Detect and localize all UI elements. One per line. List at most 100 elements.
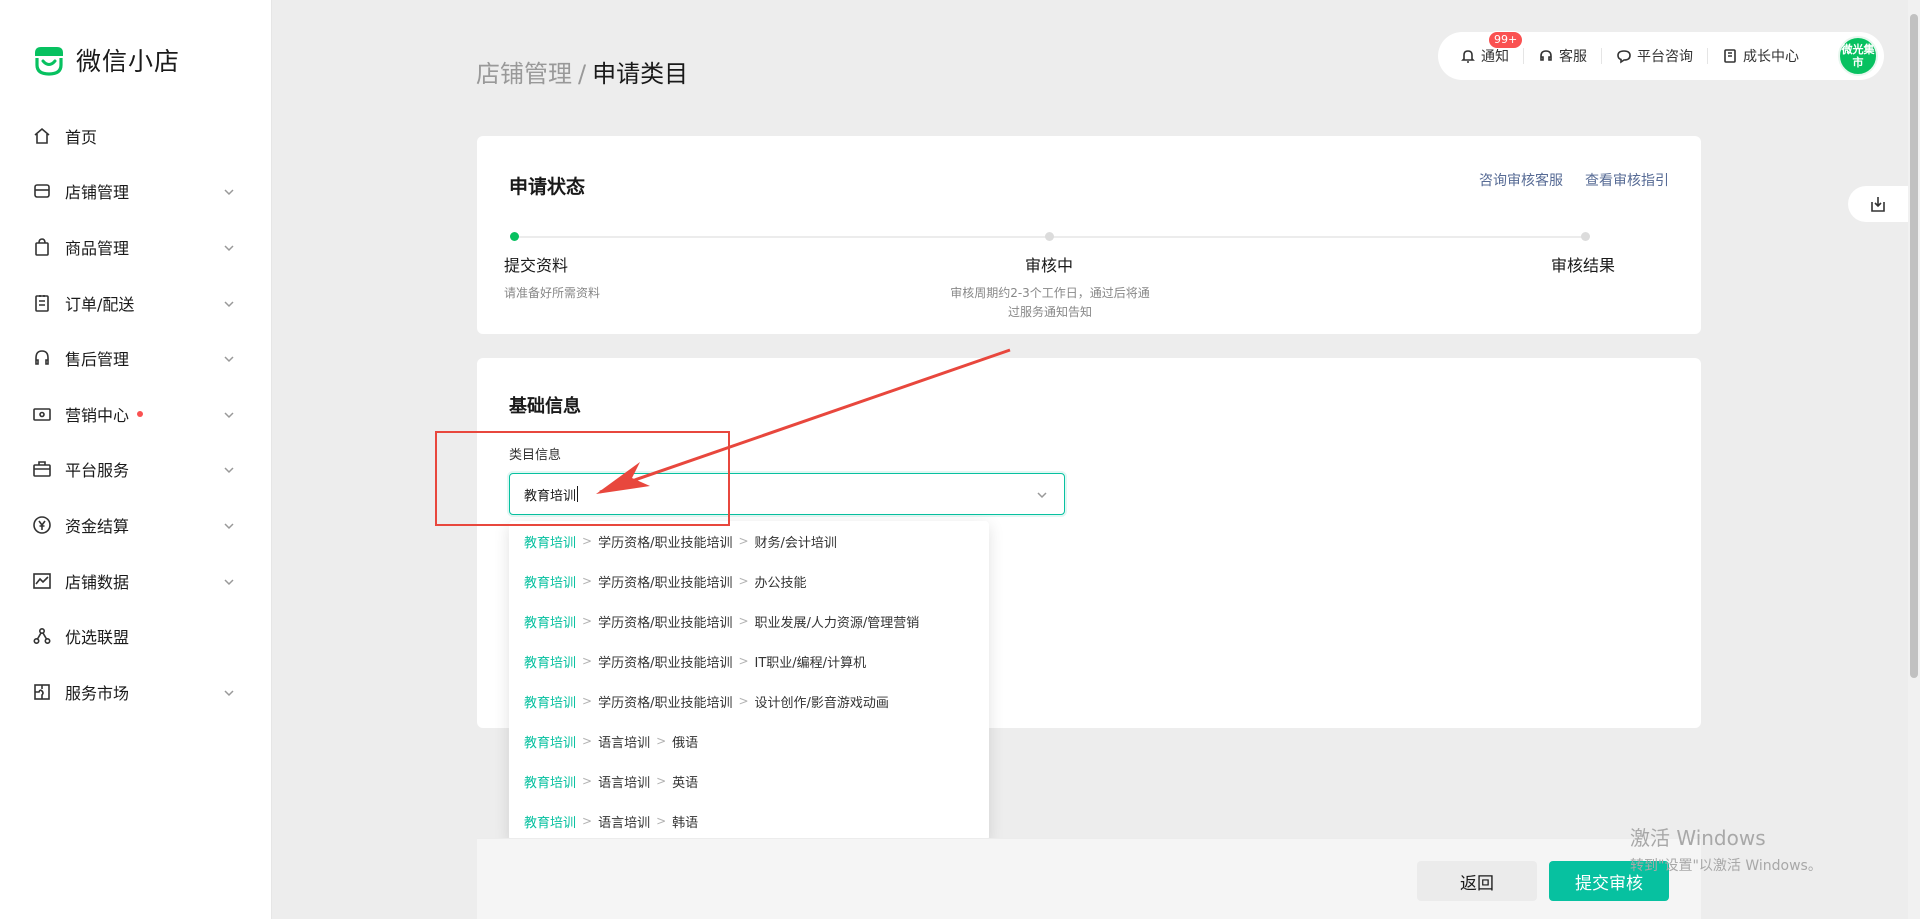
customer-service-button[interactable]: 客服 bbox=[1538, 46, 1587, 66]
growth-center-button[interactable]: 成长中心 bbox=[1722, 46, 1799, 66]
back-button[interactable]: 返回 bbox=[1417, 861, 1537, 901]
ticket-icon bbox=[32, 404, 52, 424]
list-item[interactable]: 教育培训 > 语言培训 > 英语 bbox=[509, 761, 989, 801]
list-item[interactable]: 教育培训 > 学历资格/职业技能培训 > 财务/会计培训 bbox=[509, 521, 989, 561]
chevron-down-icon bbox=[222, 407, 236, 421]
breadcrumb-parent[interactable]: 店铺管理 bbox=[476, 60, 572, 88]
list-item[interactable]: 教育培训 > 学历资格/职业技能培训 > IT职业/编程/计算机 bbox=[509, 641, 989, 681]
chat-bubble-icon bbox=[1617, 50, 1631, 64]
sidebar-item-label: 店铺管理 bbox=[65, 183, 130, 203]
category-level-1: 教育培训 bbox=[524, 655, 577, 671]
scrollbar[interactable] bbox=[1908, 0, 1920, 919]
sidebar-item-store-data[interactable]: 店铺数据 bbox=[0, 553, 272, 609]
chevron-right-icon: > bbox=[582, 774, 593, 788]
category-level-3: 俄语 bbox=[672, 735, 699, 751]
platform-consult-button[interactable]: 平台咨询 bbox=[1616, 46, 1693, 66]
chevron-right-icon: > bbox=[656, 814, 667, 828]
notify-button[interactable]: 通知 99+ bbox=[1460, 31, 1524, 66]
sidebar-item-home[interactable]: 首页 bbox=[0, 108, 272, 164]
category-level-2: 学历资格/职业技能培训 bbox=[598, 615, 733, 631]
chevron-right-icon: > bbox=[582, 614, 593, 628]
sidebar-item-label: 订单/配送 bbox=[65, 294, 135, 314]
bag-icon bbox=[32, 237, 52, 257]
list-item[interactable]: 教育培训 > 学历资格/职业技能培训 > 职业发展/人力资源/管理营销 bbox=[509, 601, 989, 641]
document-icon bbox=[1724, 49, 1736, 63]
sidebar-item-products[interactable]: 商品管理 bbox=[0, 219, 272, 275]
sidebar-item-label: 服务市场 bbox=[65, 683, 130, 703]
chevron-right-icon: > bbox=[738, 654, 749, 668]
store-icon bbox=[32, 181, 52, 201]
notification-dot bbox=[137, 411, 144, 418]
step-title: 提交资料 bbox=[504, 256, 569, 275]
consult-label: 平台咨询 bbox=[1637, 49, 1693, 65]
category-level-1: 教育培训 bbox=[524, 535, 577, 551]
category-level-2: 学历资格/职业技能培训 bbox=[598, 575, 733, 591]
category-level-1: 教育培训 bbox=[524, 615, 577, 631]
order-icon bbox=[32, 293, 52, 313]
sidebar-item-label: 商品管理 bbox=[65, 238, 130, 258]
sidebar-item-service-market[interactable]: 服务市场 bbox=[0, 664, 272, 720]
category-level-2: 语言培训 bbox=[598, 735, 651, 751]
chevron-right-icon: > bbox=[582, 574, 593, 588]
step-desc: 请准备好所需资料 bbox=[504, 286, 601, 300]
sidebar-item-label: 资金结算 bbox=[65, 516, 130, 536]
watermark-subtitle: 转到"设置"以激活 Windows。 bbox=[1630, 858, 1822, 874]
list-item[interactable]: 教育培训 > 学历资格/职业技能培训 > 办公技能 bbox=[509, 561, 989, 601]
chevron-down-icon bbox=[222, 574, 236, 588]
chevron-right-icon: > bbox=[738, 574, 749, 588]
review-guide-link[interactable]: 查看审核指引 bbox=[1585, 170, 1669, 190]
sidebar-item-store[interactable]: 店铺管理 bbox=[0, 164, 272, 220]
step-dot-1 bbox=[510, 232, 519, 241]
chevron-down-icon bbox=[222, 685, 236, 699]
sidebar-item-label: 店铺数据 bbox=[65, 572, 130, 592]
sidebar-nav: 首页 店铺管理 商品管理 订单/配送 售后管理 营销中心 平台服务 资金结算 店… bbox=[0, 108, 272, 720]
download-float-button[interactable] bbox=[1848, 186, 1908, 222]
scrollbar-thumb[interactable] bbox=[1910, 14, 1918, 678]
avatar[interactable]: 微光集市 bbox=[1838, 36, 1878, 76]
list-item[interactable]: 教育培训 > 语言培训 > 俄语 bbox=[509, 721, 989, 761]
category-level-3: 财务/会计培训 bbox=[754, 535, 837, 551]
sidebar-item-orders[interactable]: 订单/配送 bbox=[0, 275, 272, 331]
sidebar-item-aftersales[interactable]: 售后管理 bbox=[0, 330, 272, 386]
breadcrumb: 店铺管理 / 申请类目 bbox=[476, 54, 688, 89]
service-label: 客服 bbox=[1559, 49, 1587, 65]
category-level-1: 教育培训 bbox=[524, 695, 577, 711]
sidebar-item-platform-service[interactable]: 平台服务 bbox=[0, 442, 272, 498]
chevron-right-icon: > bbox=[738, 614, 749, 628]
step-dot-3 bbox=[1581, 232, 1590, 241]
list-item[interactable]: 教育培训 > 学历资格/职业技能培训 > 设计创作/影音游戏动画 bbox=[509, 681, 989, 721]
step-title: 审核结果 bbox=[1551, 256, 1616, 275]
chevron-down-icon bbox=[222, 184, 236, 198]
network-icon bbox=[32, 626, 52, 646]
download-icon bbox=[1871, 197, 1885, 212]
bell-icon bbox=[1461, 50, 1475, 63]
chevron-down-icon bbox=[222, 518, 236, 532]
logo[interactable]: 微信小店 bbox=[32, 42, 180, 78]
category-level-3: 英语 bbox=[672, 775, 699, 791]
divider bbox=[1601, 48, 1602, 64]
watermark-title: 激活 Windows bbox=[1630, 826, 1766, 850]
briefcase-icon bbox=[32, 459, 52, 479]
yen-icon bbox=[32, 515, 52, 535]
headset-icon bbox=[1540, 50, 1552, 61]
page-title: 申请类目 bbox=[592, 60, 689, 88]
step-desc: 审核周期约2-3个工作日，通过后将通过服务通知告知 bbox=[950, 286, 1150, 319]
shop-logo-icon bbox=[35, 47, 63, 76]
sidebar-item-alliance[interactable]: 优选联盟 bbox=[0, 608, 272, 664]
divider bbox=[1523, 48, 1524, 64]
category-level-2: 学历资格/职业技能培训 bbox=[598, 535, 733, 551]
category-level-3: 办公技能 bbox=[754, 575, 807, 591]
chevron-right-icon: > bbox=[656, 774, 667, 788]
category-level-2: 学历资格/职业技能培训 bbox=[598, 695, 733, 711]
chevron-right-icon: > bbox=[738, 694, 749, 708]
chart-icon bbox=[32, 571, 52, 591]
category-level-3: 韩语 bbox=[672, 815, 699, 831]
status-card-title: 申请状态 bbox=[509, 176, 586, 198]
consult-review-link[interactable]: 咨询审核客服 bbox=[1479, 170, 1563, 190]
category-level-2: 语言培训 bbox=[598, 775, 651, 791]
list-item[interactable]: 教育培训 > 语言培训 > 韩语 bbox=[509, 801, 989, 841]
footer-bar: 返回 提交审核 bbox=[477, 838, 1701, 919]
category-level-2: 学历资格/职业技能培训 bbox=[598, 655, 733, 671]
sidebar-item-marketing[interactable]: 营销中心 bbox=[0, 386, 272, 442]
sidebar-item-settlement[interactable]: 资金结算 bbox=[0, 497, 272, 553]
